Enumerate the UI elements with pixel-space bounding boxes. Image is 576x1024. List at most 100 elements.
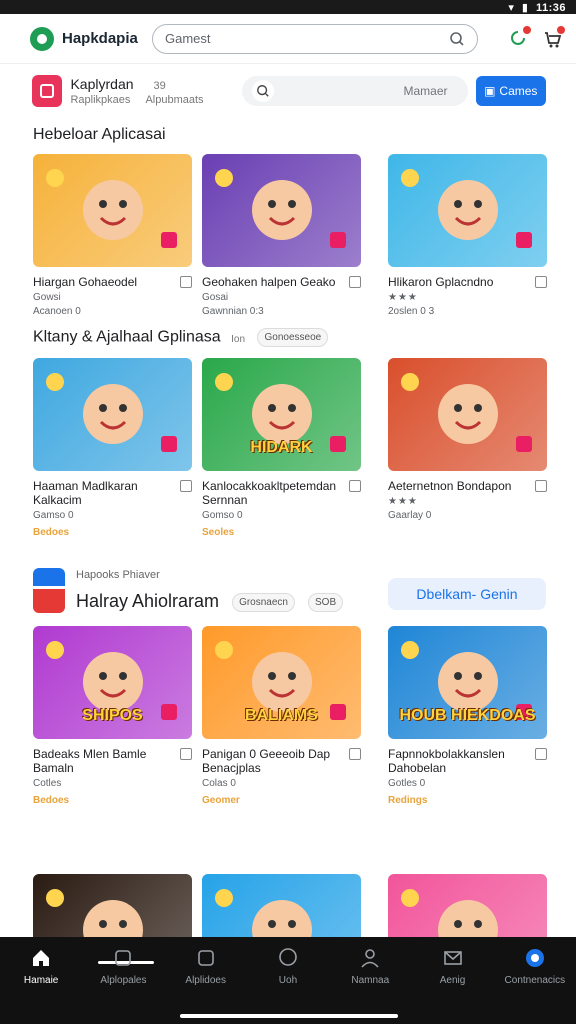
section-chip-prefix: Ion [231,333,246,345]
game-art-label: BALIAMS [245,707,318,724]
game-thumbnail[interactable] [388,154,547,267]
game-thumbnail[interactable] [33,154,192,267]
top-search-input[interactable]: Gamest [152,23,478,54]
game-thumbnail[interactable]: HIDARK [202,358,361,471]
cart-icon[interactable] [542,25,565,49]
banner-chip-2[interactable]: SOB [308,592,344,612]
nav-label: Uoh [278,975,298,986]
game-art-icon [46,373,177,452]
game-art-label: HIDARK [250,439,313,456]
games-button[interactable]: ▣ Cames [475,76,546,106]
nav-label: Hamaie [23,975,59,986]
battery-icon: ▮ [521,2,528,14]
game-card[interactable]: HIDARK Kanlocakkoakltpetemdan Sernnan Goms… [202,358,361,538]
section-chip[interactable]: Gonoesseoe [257,328,329,347]
game-thumbnail[interactable]: HBUASS [33,874,192,937]
banner-chip[interactable]: Grosnaecn [232,592,295,612]
secondary-search-placeholder: Mamaer [403,84,448,98]
game-meta: Acanoen 0 [33,306,81,317]
app-name: Hapkdapia [62,30,138,47]
add-to-library-icon[interactable] [535,748,547,760]
add-to-library-icon[interactable] [180,480,192,492]
game-title-line: Fapnnokbolakkanslen Dahobelan [388,747,547,775]
game-title: Geohaken halpen Geako [202,275,336,289]
game-card[interactable]: HBUASS [33,874,192,937]
section-title-text: Kltany & Ajalhaal Gplinasa [33,328,221,346]
gamepad-icon [195,947,217,969]
gesture-home-bar[interactable] [180,1014,398,1018]
game-art-icon [401,373,532,452]
profile-app-icon[interactable] [32,75,63,107]
notifications-icon[interactable] [508,25,531,49]
game-title: Badeaks Mlen Bamle Bamaln [33,747,147,775]
nav-label: Namnaa [351,975,390,986]
nav-item-namnaa[interactable]: Namnaa [329,937,411,1024]
game-card[interactable]: HOUB HIEKDOAS Fapnnokbolakkanslen Dahobel… [388,626,547,806]
game-subtitle: Gotles 0 [388,778,426,789]
banner-app-icon[interactable] [33,568,65,614]
nav-item-contnenacics[interactable]: Contnenacics [494,937,576,1024]
game-thumbnail[interactable]: HOUB HIEKDOAS [388,626,547,739]
add-to-library-icon[interactable] [349,276,361,288]
top-app-bar: Hapkdapia Gamest [0,14,576,64]
game-thumbnail[interactable]: MOSK CULOAS [388,874,547,937]
game-card[interactable]: Geohaken halpen Geako Gosai Gawnnian 0:3 [202,154,361,317]
game-card[interactable]: DROBON [202,874,361,937]
game-thumbnail[interactable]: BALIAMS [202,626,361,739]
cart-badge [557,25,565,34]
profile-name: Kaplyrdan [70,76,134,92]
game-card[interactable]: MOSK CULOAS [388,874,547,937]
game-thumbnail[interactable] [388,358,547,471]
nav-item-alplidoes[interactable]: Alplidoes [165,937,247,1024]
section-title: Hebeloar Aplicasai [33,126,166,143]
nav-item-aenig[interactable]: Aenig [411,937,493,1024]
card-row-partial: HBUASSDROBON MOSK CULOAS [33,874,547,937]
nav-item-uoh[interactable]: Uoh [247,937,329,1024]
game-card[interactable]: BALIAMS Panigan 0 Geeeoib Dap Benacjplas C… [202,626,361,806]
banner-title: Halray Ahiolraram [76,591,220,611]
game-art-icon [401,169,532,248]
add-to-library-icon[interactable] [349,748,361,760]
nav-item-alplopales[interactable]: Alplopales [82,937,164,1024]
banner-button[interactable]: Dbelkam- Genin [388,578,546,610]
game-subtitle: Cotles [33,778,62,789]
search-icon [251,80,274,102]
home-icon [30,947,52,969]
game-thumbnail[interactable]: SHIPOS [33,626,192,739]
wifi-icon: ▾ [508,2,514,14]
add-to-library-icon[interactable] [535,480,547,492]
banner-caption: Hapooks Phiaver [76,569,160,581]
section-title-with-chip: Kltany & Ajalhaal Gplinasa Ion Gonoesseo… [33,328,329,347]
game-thumbnail[interactable] [202,154,361,267]
game-thumbnail[interactable] [33,358,192,471]
add-to-library-icon[interactable] [349,480,361,492]
game-subtitle: Gomso 0 [202,510,243,521]
game-subtitle: ★★★ [388,292,418,303]
game-thumbnail[interactable]: DROBON [202,874,361,937]
game-art-icon [46,889,143,937]
game-title-line: Hlikaron Gplacndno [388,275,547,289]
add-to-library-icon[interactable] [180,276,192,288]
nav-label: Alplidoes [185,975,226,986]
search-icon [450,31,464,46]
game-card[interactable]: SHIPOS Badeaks Mlen Bamle Bamaln Cotles Bed… [33,626,192,806]
apps-icon [112,947,134,969]
game-tag: Bedoes [33,795,70,806]
game-title: Aeternetnon Bondapon [388,479,512,493]
game-card[interactable]: Aeternetnon Bondapon ★★★ Gaarlay 0 [388,358,547,521]
secondary-search-input[interactable]: Mamaer [241,76,468,106]
gamepad-icon: ▣ [484,84,496,98]
card-row: Hiargan Gohaeodel Gowsi Acanoen 0 Geohaken … [33,154,547,354]
game-card[interactable]: Hiargan Gohaeodel Gowsi Acanoen 0 [33,154,192,317]
profile-sub-right: Alpubmaats [145,94,204,106]
game-title: Fapnnokbolakkanslen Dahobelan [388,747,505,775]
game-card[interactable]: Haaman Madlkaran Kalkacim Gamso 0 Bedoes [33,358,192,538]
nav-label: Alplopales [100,975,147,986]
game-tag: Redings [388,795,428,806]
game-meta: Gawnnian 0:3 [202,306,264,317]
add-to-library-icon[interactable] [180,748,192,760]
game-card[interactable]: Hlikaron Gplacndno ★★★ 2oslen 0 3 [388,154,547,317]
add-to-library-icon[interactable] [535,276,547,288]
nav-item-hamaie[interactable]: Hamaie [0,937,82,1024]
game-title: Hiargan Gohaeodel [33,275,138,289]
